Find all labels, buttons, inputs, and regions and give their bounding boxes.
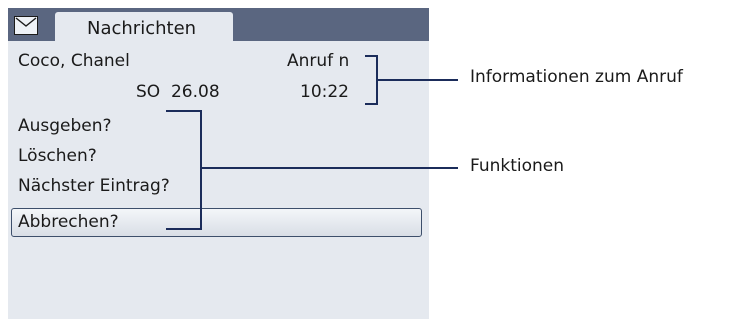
mail-icon bbox=[14, 16, 38, 35]
tab-nachrichten[interactable]: Nachrichten bbox=[55, 12, 233, 43]
title-bar: Nachrichten bbox=[8, 8, 429, 43]
menu-item-loeschen[interactable]: Löschen? bbox=[18, 145, 97, 167]
tab-label: Nachrichten bbox=[87, 18, 197, 39]
caller-name: Coco, Chanel bbox=[18, 51, 130, 71]
functions-leader bbox=[201, 167, 458, 169]
functions-bracket bbox=[166, 110, 202, 230]
functions-callout: Funktionen bbox=[470, 156, 565, 176]
call-date: SO 26.08 bbox=[136, 82, 220, 102]
call-info-leader bbox=[377, 79, 458, 81]
call-type: Anruf n bbox=[287, 51, 350, 71]
menu-item-abbrechen[interactable]: Abbrechen? bbox=[11, 208, 422, 237]
call-time: 10:22 bbox=[300, 82, 349, 102]
menu-item-naechster-eintrag[interactable]: Nächster Eintrag? bbox=[18, 175, 170, 197]
menu-item-abbrechen-label: Abbrechen? bbox=[18, 212, 119, 232]
call-info-callout: Informationen zum Anruf bbox=[470, 67, 683, 87]
menu-item-ausgeben[interactable]: Ausgeben? bbox=[18, 115, 112, 137]
